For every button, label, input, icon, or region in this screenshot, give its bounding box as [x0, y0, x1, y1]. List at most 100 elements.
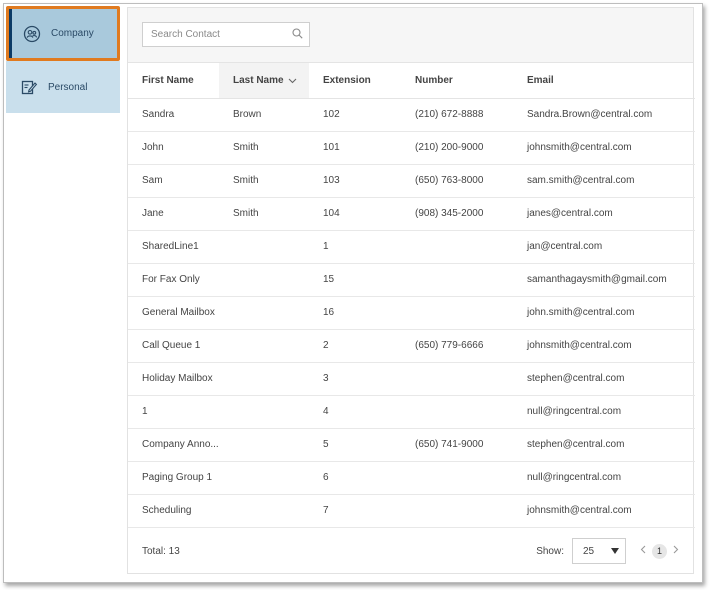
page-size-value: 25 [583, 545, 595, 557]
first-name-cell: For Fax Only [128, 263, 219, 297]
table-row[interactable]: Call Queue 1 2 (650) 779-6666 johnsmith@cen… [128, 329, 695, 363]
number-cell: (650) 763-8000 [401, 164, 513, 198]
edit-contact-icon [20, 78, 38, 96]
first-name-cell: General Mailbox [128, 296, 219, 330]
email-cell: johnsmith@central.com [513, 131, 695, 165]
email-cell: Sandra.Brown@central.com [513, 98, 695, 132]
column-header-last-name[interactable]: Last Name [219, 63, 309, 99]
next-page-icon[interactable] [673, 545, 679, 557]
last-name-cell [219, 395, 309, 429]
first-name-cell: Scheduling [128, 494, 219, 528]
extension-cell: 104 [309, 197, 401, 231]
table-row[interactable]: John Smith 101 (210) 200-9000 johnsmith@cent… [128, 131, 695, 165]
last-name-cell: Smith [219, 197, 309, 231]
number-cell [401, 461, 513, 495]
email-cell: null@ringcentral.com [513, 395, 695, 429]
extension-cell: 103 [309, 164, 401, 198]
sidebar-item-personal[interactable]: Personal [6, 61, 120, 113]
table-row[interactable]: Sam Smith 103 (650) 763-8000 sam.smith@centr… [128, 164, 695, 198]
search-input[interactable] [151, 29, 281, 40]
last-name-cell [219, 230, 309, 264]
last-name-cell [219, 461, 309, 495]
previous-page-icon[interactable] [640, 545, 646, 557]
table-row[interactable]: Company Anno... 5 (650) 741-9000 stephen@ce… [128, 428, 695, 462]
last-name-cell [219, 263, 309, 297]
email-cell: null@ringcentral.com [513, 461, 695, 495]
contacts-window: Company Personal Search Contact First Na… [3, 3, 703, 583]
sidebar: Company Personal [6, 6, 120, 113]
last-name-cell [219, 494, 309, 528]
contacts-table: First Name Last Name Extension Number Em… [128, 63, 695, 528]
search-icon[interactable] [292, 26, 303, 44]
sidebar-item-label: Company [51, 28, 94, 39]
current-page-button[interactable]: 1 [652, 543, 667, 559]
first-name-cell: Holiday Mailbox [128, 362, 219, 396]
last-name-cell: Smith [219, 164, 309, 198]
email-cell: stephen@central.com [513, 362, 695, 396]
table-header-row: First Name Last Name Extension Number Em… [128, 63, 695, 99]
email-cell: jan@central.com [513, 230, 695, 264]
first-name-cell: 1 [128, 395, 219, 429]
email-cell: johnsmith@central.com [513, 329, 695, 363]
email-cell: samanthagaysmith@gmail.com [513, 263, 695, 297]
last-name-cell [219, 428, 309, 462]
email-cell: sam.smith@central.com [513, 164, 695, 198]
extension-cell: 101 [309, 131, 401, 165]
table-row[interactable]: Sandra Brown 102 (210) 672-8888 Sandra.Brown… [128, 98, 695, 132]
table-row[interactable]: Holiday Mailbox 3 stephen@central.com [128, 362, 695, 396]
column-header-extension[interactable]: Extension [309, 63, 401, 99]
table-row[interactable]: Jane Smith 104 (908) 345-2000 janes@central.… [128, 197, 695, 231]
company-icon [23, 25, 41, 43]
number-cell [401, 494, 513, 528]
pager: 1 [640, 543, 679, 559]
table-row[interactable]: 1 4 null@ringcentral.com [128, 395, 695, 429]
number-cell [401, 362, 513, 396]
table-row[interactable]: Scheduling 7 johnsmith@central.com [128, 494, 695, 528]
number-cell [401, 230, 513, 264]
extension-cell: 5 [309, 428, 401, 462]
table-row[interactable]: Paging Group 1 6 null@ringcentral.com [128, 461, 695, 495]
sidebar-item-label: Personal [48, 81, 88, 93]
number-cell [401, 296, 513, 330]
table-footer: Total: 13 Show: 25 1 [128, 529, 693, 573]
email-cell: stephen@central.com [513, 428, 695, 462]
extension-cell: 15 [309, 263, 401, 297]
email-cell: john.smith@central.com [513, 296, 695, 330]
last-name-cell [219, 362, 309, 396]
page-size-select[interactable]: 25 [572, 538, 626, 564]
first-name-cell: Sandra [128, 98, 219, 132]
first-name-cell: Sam [128, 164, 219, 198]
last-name-cell: Brown [219, 98, 309, 132]
column-header-number[interactable]: Number [401, 63, 513, 99]
chevron-down-icon [288, 76, 297, 87]
contacts-panel: First Name Last Name Extension Number Em… [127, 7, 695, 574]
number-cell [401, 263, 513, 297]
total-count: Total: 13 [142, 545, 180, 557]
column-header-email[interactable]: Email [513, 63, 695, 99]
extension-cell: 4 [309, 395, 401, 429]
last-name-cell: Smith [219, 131, 309, 165]
column-header-label: Last Name [233, 74, 284, 86]
extension-cell: 16 [309, 296, 401, 330]
extension-cell: 6 [309, 461, 401, 495]
table-row[interactable]: For Fax Only 15 samanthagaysmith@gmail.com [128, 263, 695, 297]
first-name-cell: Call Queue 1 [128, 329, 219, 363]
column-header-first-name[interactable]: First Name [128, 63, 219, 99]
table-row[interactable]: General Mailbox 16 john.smith@central.com [128, 296, 695, 330]
table-row[interactable]: SharedLine1 1 jan@central.com [128, 230, 695, 264]
first-name-cell: Company Anno... [128, 428, 219, 462]
number-cell: (210) 200-9000 [401, 131, 513, 165]
first-name-cell: John [128, 131, 219, 165]
email-cell: janes@central.com [513, 197, 695, 231]
first-name-cell: Paging Group 1 [128, 461, 219, 495]
extension-cell: 3 [309, 362, 401, 396]
search-box[interactable] [142, 22, 310, 47]
number-cell: (650) 741-9000 [401, 428, 513, 462]
number-cell: (650) 779-6666 [401, 329, 513, 363]
pagination-controls: Show: 25 1 [536, 538, 679, 564]
last-name-cell [219, 296, 309, 330]
sidebar-item-company[interactable]: Company [6, 6, 120, 61]
extension-cell: 2 [309, 329, 401, 363]
last-name-cell [219, 329, 309, 363]
extension-cell: 102 [309, 98, 401, 132]
